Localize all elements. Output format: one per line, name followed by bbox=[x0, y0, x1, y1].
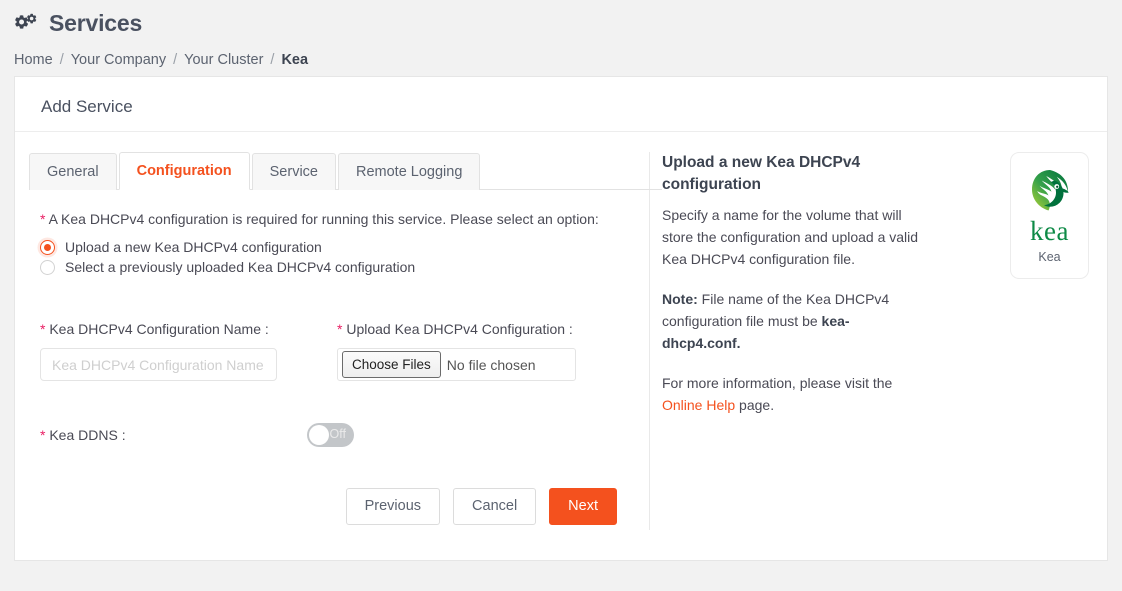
requirement-note: * A Kea DHCPv4 configuration is required… bbox=[40, 211, 649, 227]
tab-general[interactable]: General bbox=[29, 153, 117, 190]
tab-bar: General Configuration Service Remote Log… bbox=[29, 152, 662, 190]
kea-logo-caption: Kea bbox=[1038, 250, 1061, 264]
info-description: Specify a name for the volume that will … bbox=[662, 207, 919, 267]
kea-logo-card: kea Kea bbox=[1010, 152, 1089, 279]
radio-button-select-existing[interactable] bbox=[40, 259, 55, 275]
kea-bird-icon bbox=[1026, 167, 1074, 215]
radio-button-upload-new[interactable] bbox=[40, 239, 55, 255]
page-header: Services bbox=[0, 0, 1122, 38]
toggle-state-label: Off bbox=[329, 427, 346, 441]
kea-ddns-label: * Kea DDNS : bbox=[40, 427, 307, 443]
tab-service[interactable]: Service bbox=[251, 153, 336, 190]
radio-label-select-existing: Select a previously uploaded Kea DHCPv4 … bbox=[65, 259, 416, 275]
file-input[interactable]: Choose Files No file chosen bbox=[337, 348, 576, 381]
breadcrumb-separator: / bbox=[173, 52, 178, 68]
cogs-icon bbox=[14, 12, 40, 34]
breadcrumb-item-your-company[interactable]: Your Company bbox=[71, 52, 166, 68]
upload-field-group: * Upload Kea DHCPv4 Configuration : Choo… bbox=[337, 321, 576, 381]
required-asterisk: * bbox=[40, 321, 46, 337]
kea-ddns-label-text: Kea DDNS : bbox=[49, 427, 126, 443]
previous-button[interactable]: Previous bbox=[345, 488, 441, 525]
kea-ddns-row: * Kea DDNS : Off bbox=[40, 423, 649, 447]
required-asterisk: * bbox=[40, 211, 46, 227]
requirement-note-text: A Kea DHCPv4 configuration is required f… bbox=[48, 211, 599, 227]
toggle-knob bbox=[309, 425, 329, 445]
required-asterisk: * bbox=[40, 427, 46, 443]
radio-option-select-existing[interactable]: Select a previously uploaded Kea DHCPv4 … bbox=[40, 259, 649, 275]
breadcrumb: Home / Your Company / Your Cluster / Kea bbox=[0, 38, 1122, 72]
form-field-row: * Kea DHCPv4 Configuration Name : * Uplo… bbox=[40, 321, 649, 381]
info-more-suffix: page. bbox=[735, 397, 775, 413]
info-note-label: Note: bbox=[662, 291, 698, 307]
info-heading: Upload a new Kea DHCPv4 configuration bbox=[662, 154, 861, 193]
cancel-button[interactable]: Cancel bbox=[453, 488, 537, 525]
breadcrumb-separator: / bbox=[59, 52, 64, 68]
online-help-link[interactable]: Online Help bbox=[662, 397, 735, 413]
info-more-prefix: For more information, please visit the bbox=[662, 375, 893, 391]
breadcrumb-separator: / bbox=[270, 52, 275, 68]
tab-remote-logging[interactable]: Remote Logging bbox=[338, 153, 481, 190]
upload-label: * Upload Kea DHCPv4 Configuration : bbox=[337, 321, 576, 337]
upload-label-text: Upload Kea DHCPv4 Configuration : bbox=[346, 321, 573, 337]
required-asterisk: * bbox=[337, 321, 343, 337]
info-pane: Upload a new Kea DHCPv4 configuration Sp… bbox=[650, 132, 1107, 552]
configuration-form-pane: General Configuration Service Remote Log… bbox=[15, 132, 662, 552]
info-more-information: For more information, please visit the O… bbox=[662, 372, 920, 416]
kea-wordmark: kea bbox=[1030, 216, 1069, 246]
config-name-label: * Kea DHCPv4 Configuration Name : bbox=[40, 321, 337, 337]
breadcrumb-item-your-cluster[interactable]: Your Cluster bbox=[184, 52, 263, 68]
config-name-input[interactable] bbox=[40, 348, 277, 381]
file-chosen-status: No file chosen bbox=[446, 356, 536, 373]
radio-label-upload-new: Upload a new Kea DHCPv4 configuration bbox=[65, 239, 322, 255]
next-button[interactable]: Next bbox=[549, 488, 617, 525]
config-name-label-text: Kea DHCPv4 Configuration Name : bbox=[49, 321, 269, 337]
info-text-block: Upload a new Kea DHCPv4 configuration Sp… bbox=[662, 152, 920, 552]
add-service-card: Add Service General Configuration Servic… bbox=[14, 76, 1108, 561]
page-title: Services bbox=[49, 9, 143, 36]
info-note: Note: File name of the Kea DHCPv4 config… bbox=[662, 288, 920, 354]
breadcrumb-item-kea: Kea bbox=[281, 52, 309, 68]
wizard-button-row: Previous Cancel Next bbox=[27, 488, 617, 525]
radio-option-upload-new[interactable]: Upload a new Kea DHCPv4 configuration bbox=[40, 239, 649, 255]
config-name-field-group: * Kea DHCPv4 Configuration Name : bbox=[40, 321, 337, 381]
tab-configuration[interactable]: Configuration bbox=[118, 152, 250, 190]
choose-files-button[interactable]: Choose Files bbox=[342, 351, 441, 378]
card-body: General Configuration Service Remote Log… bbox=[15, 132, 1107, 552]
card-title: Add Service bbox=[41, 97, 133, 116]
configuration-source-radio-group: Upload a new Kea DHCPv4 configuration Se… bbox=[40, 239, 649, 275]
kea-ddns-toggle[interactable]: Off bbox=[307, 423, 354, 447]
breadcrumb-item-home[interactable]: Home bbox=[14, 52, 53, 68]
